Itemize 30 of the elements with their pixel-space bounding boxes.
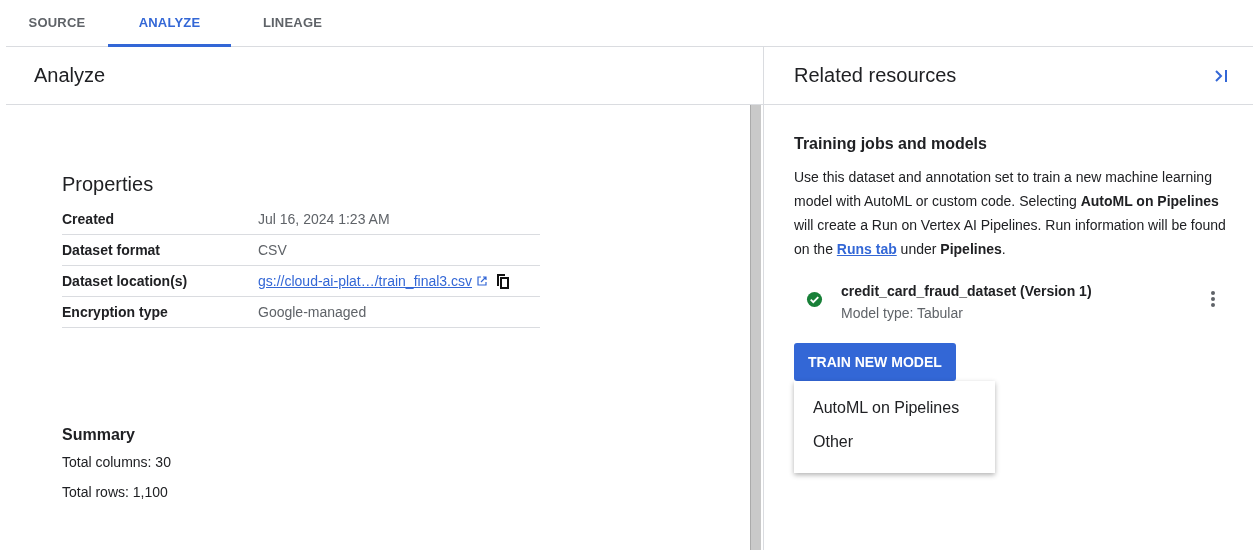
tab[interactable]: LINEAGE xyxy=(231,0,354,47)
menu-item[interactable]: Other xyxy=(794,425,995,459)
more-options-icon[interactable] xyxy=(1211,291,1215,307)
scrollbar[interactable] xyxy=(750,105,761,550)
description-text: Use this dataset and annotation set to train a new machine learning model with AutoML or custom code. Selecting AutoML on Pipelines will create a Run on Vertex AI Pipelines. Run information will be found on the Runs tab under Pipelines. xyxy=(794,168,1227,259)
external-link-icon[interactable] xyxy=(476,275,488,287)
panel-title: Related resources xyxy=(794,64,957,87)
tab[interactable]: SOURCE xyxy=(6,0,108,47)
summary-text: Total columns: 30 xyxy=(62,454,172,470)
summary-text: Total rows: 1,100 xyxy=(62,484,169,500)
train-new-model-button[interactable]: TRAIN NEW MODEL xyxy=(794,343,956,381)
copy-icon[interactable] xyxy=(496,273,510,289)
collapse-panel-icon[interactable] xyxy=(1213,67,1229,84)
menu-item[interactable]: AutoML on Pipelines xyxy=(794,391,995,425)
model-name: credit_card_fraud_dataset (Version 1) xyxy=(841,283,1093,299)
property-label: Encryption type xyxy=(62,304,169,320)
property-value: Google-managed xyxy=(258,304,367,320)
panel-title: Analyze xyxy=(34,64,106,87)
property-label: Dataset format xyxy=(62,242,162,258)
runs-tab-link[interactable]: Runs tab xyxy=(836,241,897,257)
property-label: Created xyxy=(62,211,116,227)
file-link[interactable]: gs://cloud-ai-plat…/train_final3.csv xyxy=(258,273,472,289)
property-value: CSV xyxy=(258,242,287,258)
tab[interactable]: ANALYZE xyxy=(108,0,231,47)
section-title: Training jobs and models xyxy=(794,135,988,153)
property-value: Jul 16, 2024 1:23 AM xyxy=(258,211,390,227)
property-label: Dataset location(s) xyxy=(62,273,189,289)
section-title: Summary xyxy=(62,426,136,444)
section-title: Properties xyxy=(62,173,155,196)
model-type: Model type: Tabular xyxy=(841,305,964,321)
